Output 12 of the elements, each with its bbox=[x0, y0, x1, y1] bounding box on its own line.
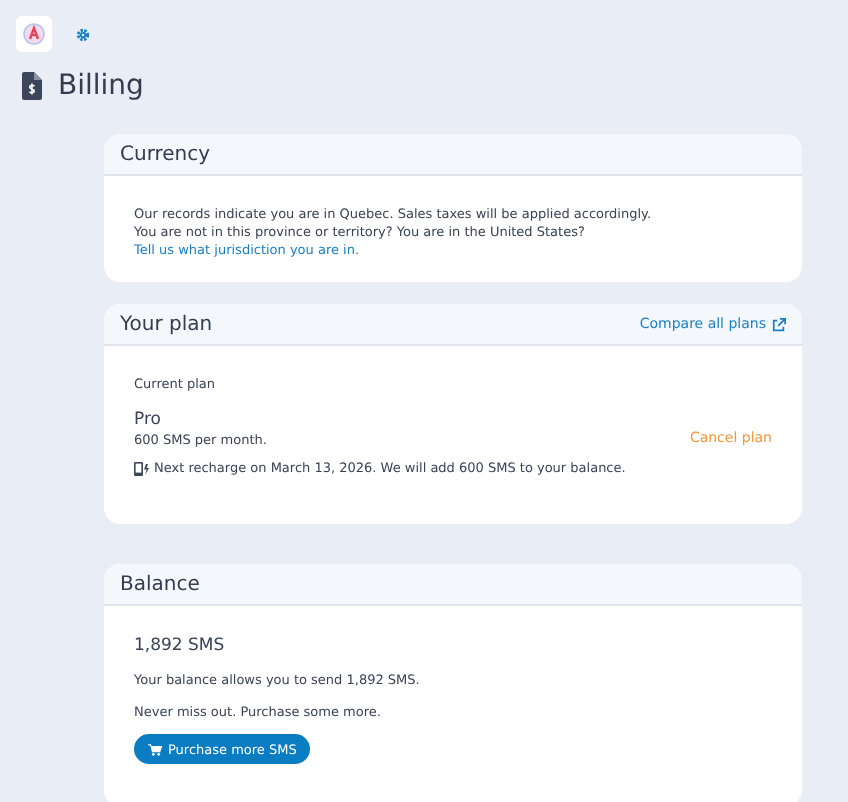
cart-icon bbox=[148, 743, 162, 755]
settings-icon[interactable] bbox=[76, 27, 90, 41]
plan-name: Pro bbox=[134, 410, 163, 432]
card-title: Currency bbox=[120, 143, 211, 165]
invoice-icon bbox=[22, 72, 42, 100]
card-title: Balance bbox=[120, 573, 200, 595]
external-link-icon bbox=[772, 317, 786, 331]
card-title: Your plan bbox=[120, 313, 213, 335]
balance-amount: 1,892 SMS bbox=[134, 636, 227, 658]
app-logo[interactable] bbox=[16, 16, 52, 52]
page-title: Billing bbox=[58, 70, 144, 102]
phone-recharge-icon bbox=[134, 462, 150, 476]
